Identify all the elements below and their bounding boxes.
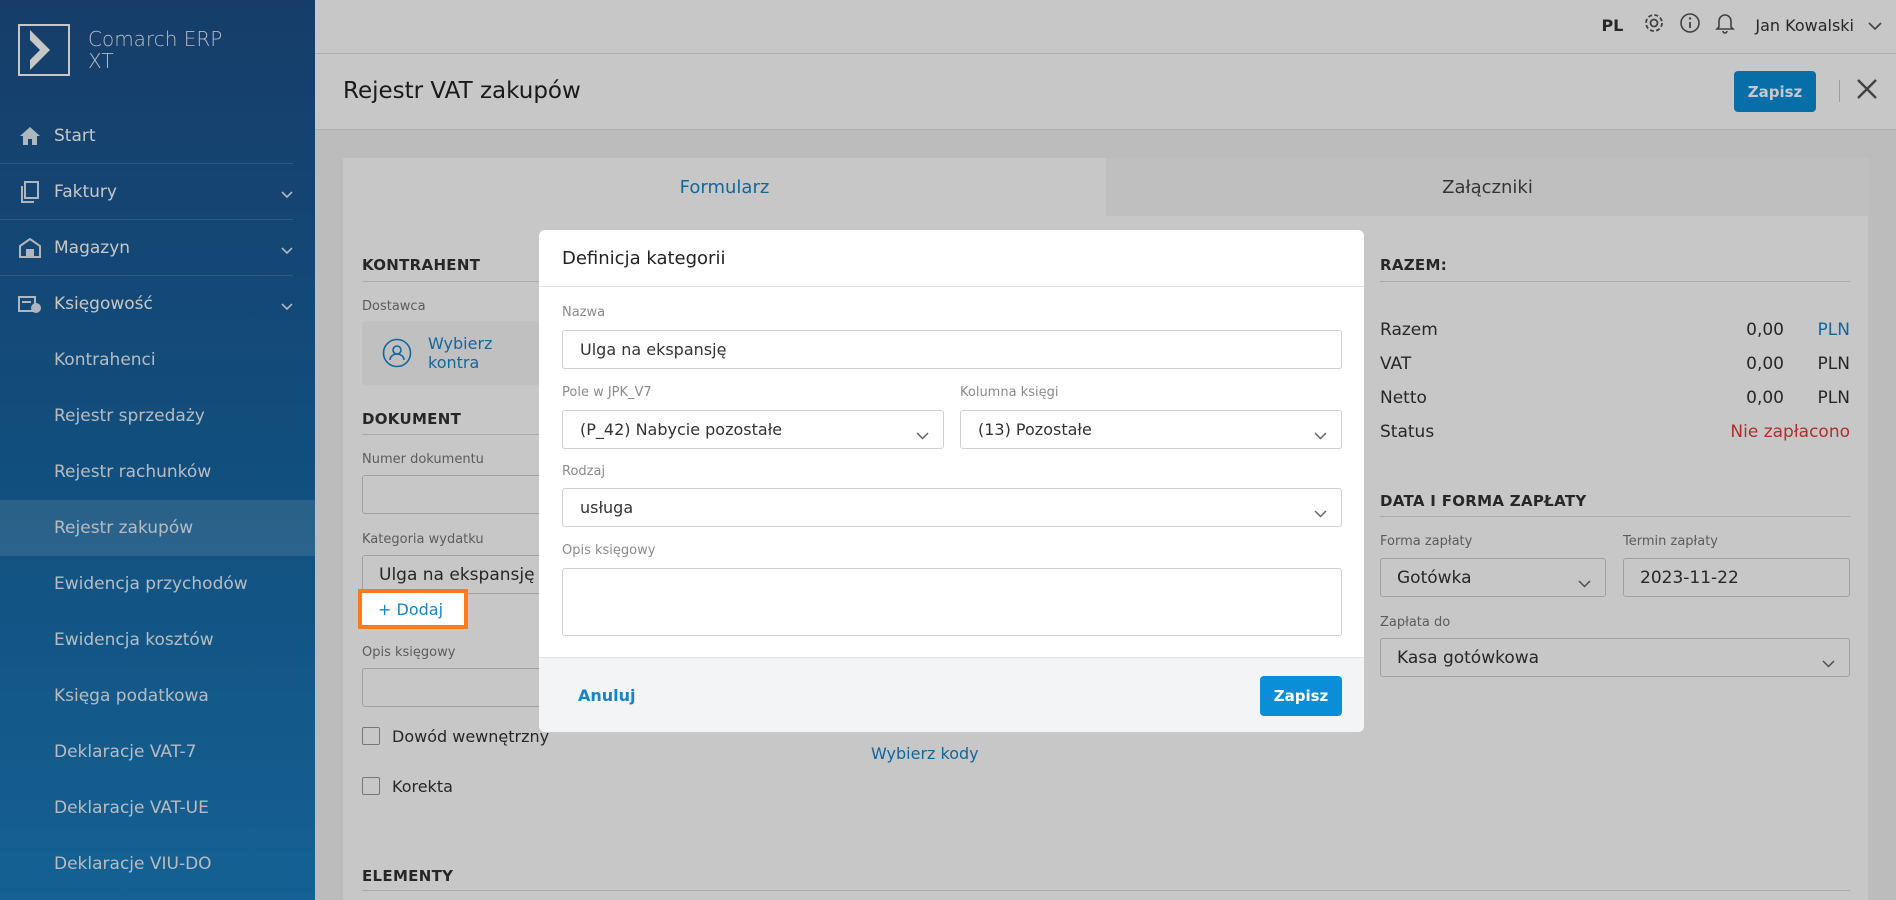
dialog-title: Definicja kategorii (562, 248, 726, 269)
dialog-header: Definicja kategorii (539, 230, 1364, 287)
name-label: Nazwa (562, 305, 606, 320)
jpk-field-select[interactable]: (P_42) Nabycie pozostałe (562, 410, 944, 449)
ledger-column-select[interactable]: (13) Pozostałe (960, 410, 1342, 449)
ledger-column-label: Kolumna księgi (960, 385, 1059, 400)
jpk-field-label: Pole w JPK_V7 (562, 385, 652, 400)
description-label: Opis księgowy (562, 543, 656, 558)
type-label: Rodzaj (562, 464, 606, 479)
category-definition-dialog: Definicja kategorii Nazwa Ulga na ekspan… (539, 230, 1364, 732)
chevron-down-icon (916, 425, 929, 444)
highlight-frame (358, 589, 468, 629)
name-input[interactable]: Ulga na ekspansję (562, 330, 1342, 369)
type-select[interactable]: usługa (562, 488, 1342, 527)
chevron-down-icon (1314, 503, 1327, 522)
save-button[interactable]: Zapisz (1260, 676, 1342, 716)
description-textarea[interactable] (562, 568, 1342, 636)
dialog-footer: Anuluj Zapisz (539, 657, 1364, 732)
chevron-down-icon (1314, 425, 1327, 444)
cancel-button[interactable]: Anuluj (578, 686, 636, 705)
